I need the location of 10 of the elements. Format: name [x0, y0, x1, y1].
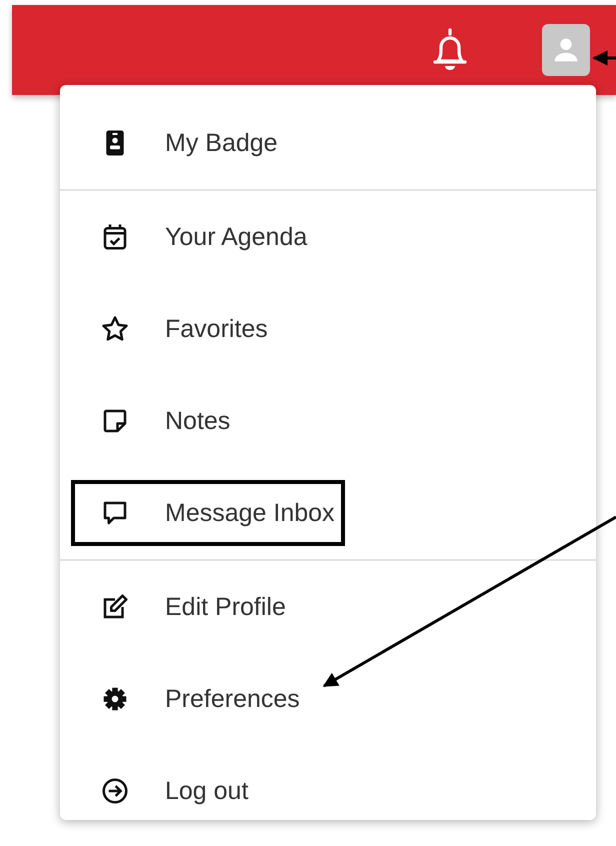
menu-item[interactable]: Notes	[71, 388, 240, 454]
arrow	[592, 50, 616, 66]
menu-item[interactable]: Edit Profile	[71, 574, 296, 640]
menu-item[interactable]: Favorites	[71, 296, 278, 362]
menu-item[interactable]: Message Inbox	[71, 480, 345, 546]
arrow-circle-icon	[100, 776, 130, 806]
menu-item[interactable]: My Badge	[71, 110, 288, 176]
menu-item[interactable]: Log out	[71, 758, 258, 824]
menu-item[interactable]: Your Agenda	[71, 204, 318, 270]
menu-item[interactable]: Preferences	[71, 666, 310, 732]
